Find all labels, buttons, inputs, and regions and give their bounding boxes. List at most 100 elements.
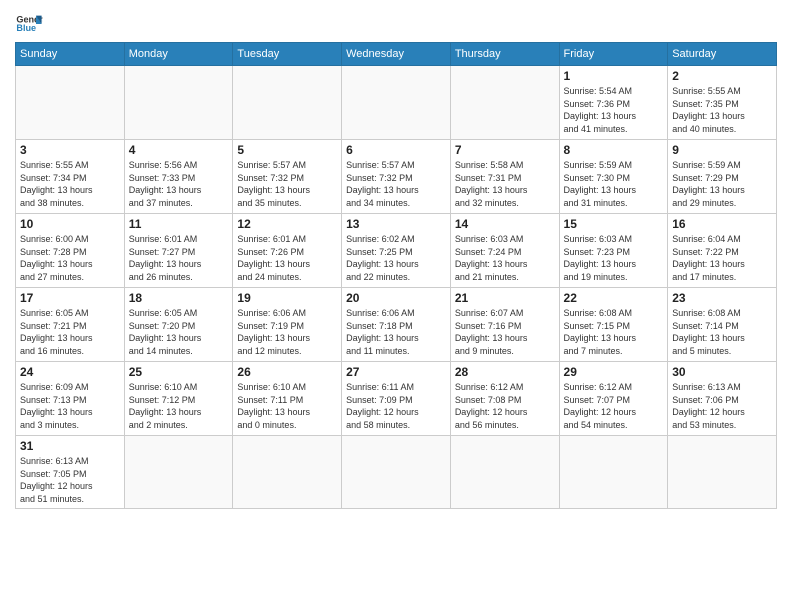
- calendar-cell: 20Sunrise: 6:06 AM Sunset: 7:18 PM Dayli…: [342, 288, 451, 362]
- calendar-cell: 28Sunrise: 6:12 AM Sunset: 7:08 PM Dayli…: [450, 362, 559, 436]
- calendar-cell: 8 Sunrise: 5:59 AM Sunset: 7:30 PM Daylig…: [559, 140, 668, 214]
- day-number: 12: [237, 217, 337, 231]
- day-number: 20: [346, 291, 446, 305]
- day-info: Sunrise: 6:10 AM Sunset: 7:11 PM Dayligh…: [237, 381, 337, 431]
- day-number: 11: [129, 217, 229, 231]
- day-info: Sunrise: 6:06 AM Sunset: 7:19 PM Dayligh…: [237, 307, 337, 357]
- week-row: 3 Sunrise: 5:55 AM Sunset: 7:34 PM Daylig…: [16, 140, 777, 214]
- day-number: 21: [455, 291, 555, 305]
- weekday-wednesday: Wednesday: [342, 43, 451, 66]
- day-number: 6: [346, 143, 446, 157]
- calendar-cell: [668, 436, 777, 509]
- calendar-cell: 27 Sunrise: 6:11 AM Sunset: 7:09 PM Dayli…: [342, 362, 451, 436]
- weekday-thursday: Thursday: [450, 43, 559, 66]
- day-number: 10: [20, 217, 120, 231]
- day-info: Sunrise: 5:59 AM Sunset: 7:29 PM Dayligh…: [672, 159, 772, 209]
- calendar-cell: 6 Sunrise: 5:57 AM Sunset: 7:32 PM Daylig…: [342, 140, 451, 214]
- calendar-cell: [16, 66, 125, 140]
- calendar-cell: 12 Sunrise: 6:01 AM Sunset: 7:26 PM Dayli…: [233, 214, 342, 288]
- day-number: 27: [346, 365, 446, 379]
- calendar-cell: 26 Sunrise: 6:10 AM Sunset: 7:11 PM Dayli…: [233, 362, 342, 436]
- day-info: Sunrise: 6:09 AM Sunset: 7:13 PM Dayligh…: [20, 381, 120, 431]
- day-number: 2: [672, 69, 772, 83]
- day-info: Sunrise: 6:13 AM Sunset: 7:06 PM Dayligh…: [672, 381, 772, 431]
- weekday-sunday: Sunday: [16, 43, 125, 66]
- day-info: Sunrise: 6:04 AM Sunset: 7:22 PM Dayligh…: [672, 233, 772, 283]
- day-info: Sunrise: 5:58 AM Sunset: 7:31 PM Dayligh…: [455, 159, 555, 209]
- day-number: 18: [129, 291, 229, 305]
- weekday-saturday: Saturday: [668, 43, 777, 66]
- day-info: Sunrise: 6:13 AM Sunset: 7:05 PM Dayligh…: [20, 455, 120, 505]
- day-number: 3: [20, 143, 120, 157]
- calendar-cell: [342, 436, 451, 509]
- calendar-cell: [233, 436, 342, 509]
- calendar-cell: [233, 66, 342, 140]
- day-number: 4: [129, 143, 229, 157]
- calendar-cell: 14Sunrise: 6:03 AM Sunset: 7:24 PM Dayli…: [450, 214, 559, 288]
- weekday-friday: Friday: [559, 43, 668, 66]
- week-row: 17 Sunrise: 6:05 AM Sunset: 7:21 PM Dayli…: [16, 288, 777, 362]
- day-number: 23: [672, 291, 772, 305]
- day-info: Sunrise: 5:56 AM Sunset: 7:33 PM Dayligh…: [129, 159, 229, 209]
- week-row: 24 Sunrise: 6:09 AM Sunset: 7:13 PM Dayli…: [16, 362, 777, 436]
- day-number: 26: [237, 365, 337, 379]
- day-info: Sunrise: 5:54 AM Sunset: 7:36 PM Dayligh…: [564, 85, 664, 135]
- calendar-cell: 10 Sunrise: 6:00 AM Sunset: 7:28 PM Dayli…: [16, 214, 125, 288]
- week-row: 10 Sunrise: 6:00 AM Sunset: 7:28 PM Dayli…: [16, 214, 777, 288]
- day-number: 9: [672, 143, 772, 157]
- calendar-cell: 23 Sunrise: 6:08 AM Sunset: 7:14 PM Dayli…: [668, 288, 777, 362]
- day-number: 22: [564, 291, 664, 305]
- day-number: 31: [20, 439, 120, 453]
- calendar-cell: 2 Sunrise: 5:55 AM Sunset: 7:35 PM Daylig…: [668, 66, 777, 140]
- logo: General Blue: [15, 10, 43, 38]
- day-number: 8: [564, 143, 664, 157]
- day-info: Sunrise: 6:08 AM Sunset: 7:14 PM Dayligh…: [672, 307, 772, 357]
- day-number: 7: [455, 143, 555, 157]
- weekday-tuesday: Tuesday: [233, 43, 342, 66]
- day-info: Sunrise: 6:10 AM Sunset: 7:12 PM Dayligh…: [129, 381, 229, 431]
- calendar-cell: 11 Sunrise: 6:01 AM Sunset: 7:27 PM Dayli…: [124, 214, 233, 288]
- day-number: 1: [564, 69, 664, 83]
- day-info: Sunrise: 6:05 AM Sunset: 7:21 PM Dayligh…: [20, 307, 120, 357]
- calendar-cell: 9 Sunrise: 5:59 AM Sunset: 7:29 PM Daylig…: [668, 140, 777, 214]
- calendar-cell: 22 Sunrise: 6:08 AM Sunset: 7:15 PM Dayli…: [559, 288, 668, 362]
- day-number: 5: [237, 143, 337, 157]
- day-number: 30: [672, 365, 772, 379]
- day-number: 17: [20, 291, 120, 305]
- day-number: 29: [564, 365, 664, 379]
- svg-text:Blue: Blue: [16, 23, 36, 33]
- day-number: 19: [237, 291, 337, 305]
- day-info: Sunrise: 6:02 AM Sunset: 7:25 PM Dayligh…: [346, 233, 446, 283]
- day-info: Sunrise: 6:03 AM Sunset: 7:24 PM Dayligh…: [455, 233, 555, 283]
- calendar-cell: 4 Sunrise: 5:56 AM Sunset: 7:33 PM Daylig…: [124, 140, 233, 214]
- calendar-cell: 18Sunrise: 6:05 AM Sunset: 7:20 PM Dayli…: [124, 288, 233, 362]
- day-info: Sunrise: 5:55 AM Sunset: 7:34 PM Dayligh…: [20, 159, 120, 209]
- day-info: Sunrise: 6:12 AM Sunset: 7:08 PM Dayligh…: [455, 381, 555, 431]
- day-info: Sunrise: 5:57 AM Sunset: 7:32 PM Dayligh…: [346, 159, 446, 209]
- calendar-cell: 30 Sunrise: 6:13 AM Sunset: 7:06 PM Dayli…: [668, 362, 777, 436]
- calendar-cell: 1 Sunrise: 5:54 AM Sunset: 7:36 PM Daylig…: [559, 66, 668, 140]
- day-info: Sunrise: 6:03 AM Sunset: 7:23 PM Dayligh…: [564, 233, 664, 283]
- calendar-cell: 7 Sunrise: 5:58 AM Sunset: 7:31 PM Daylig…: [450, 140, 559, 214]
- day-info: Sunrise: 6:01 AM Sunset: 7:27 PM Dayligh…: [129, 233, 229, 283]
- day-info: Sunrise: 5:55 AM Sunset: 7:35 PM Dayligh…: [672, 85, 772, 135]
- day-info: Sunrise: 6:01 AM Sunset: 7:26 PM Dayligh…: [237, 233, 337, 283]
- weekday-header: SundayMondayTuesdayWednesdayThursdayFrid…: [16, 43, 777, 66]
- day-info: Sunrise: 6:00 AM Sunset: 7:28 PM Dayligh…: [20, 233, 120, 283]
- calendar-cell: 17 Sunrise: 6:05 AM Sunset: 7:21 PM Dayli…: [16, 288, 125, 362]
- day-info: Sunrise: 5:59 AM Sunset: 7:30 PM Dayligh…: [564, 159, 664, 209]
- day-number: 25: [129, 365, 229, 379]
- day-number: 24: [20, 365, 120, 379]
- calendar-cell: 21Sunrise: 6:07 AM Sunset: 7:16 PM Dayli…: [450, 288, 559, 362]
- week-row: 1 Sunrise: 5:54 AM Sunset: 7:36 PM Daylig…: [16, 66, 777, 140]
- calendar-table: SundayMondayTuesdayWednesdayThursdayFrid…: [15, 42, 777, 509]
- day-info: Sunrise: 6:12 AM Sunset: 7:07 PM Dayligh…: [564, 381, 664, 431]
- day-number: 15: [564, 217, 664, 231]
- day-info: Sunrise: 5:57 AM Sunset: 7:32 PM Dayligh…: [237, 159, 337, 209]
- weekday-monday: Monday: [124, 43, 233, 66]
- day-number: 16: [672, 217, 772, 231]
- day-info: Sunrise: 6:11 AM Sunset: 7:09 PM Dayligh…: [346, 381, 446, 431]
- day-info: Sunrise: 6:08 AM Sunset: 7:15 PM Dayligh…: [564, 307, 664, 357]
- calendar-cell: 16 Sunrise: 6:04 AM Sunset: 7:22 PM Dayli…: [668, 214, 777, 288]
- calendar-cell: [342, 66, 451, 140]
